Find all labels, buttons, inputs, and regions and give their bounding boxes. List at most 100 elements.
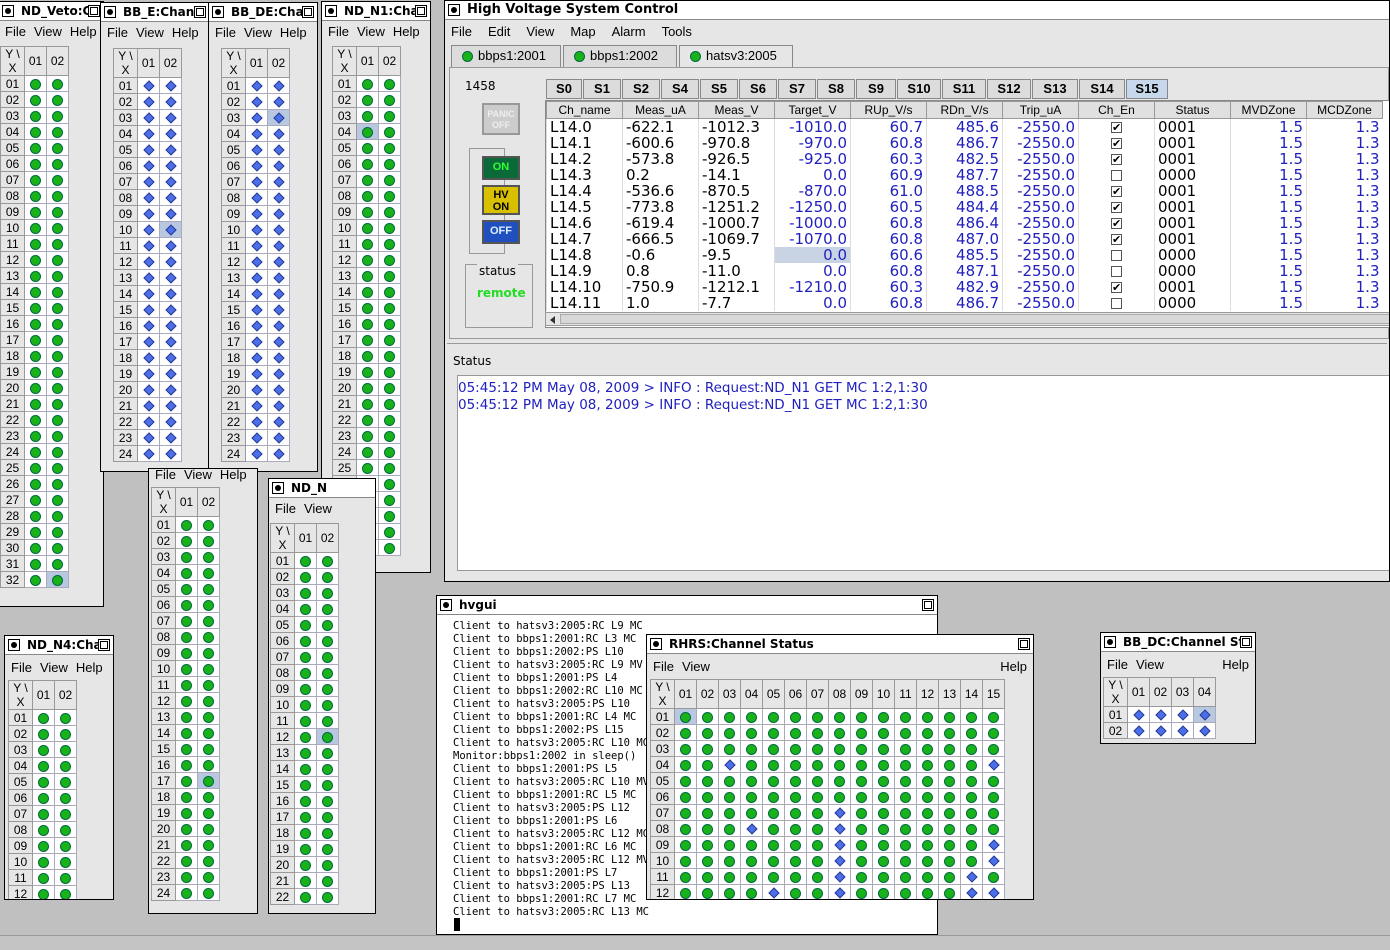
menu-tools[interactable]: Tools <box>662 22 692 42</box>
channel-enable-cell[interactable] <box>1078 135 1155 152</box>
channel-cell[interactable] <box>137 125 160 142</box>
channel-cell[interactable] <box>24 139 47 156</box>
channel-cell[interactable] <box>46 555 69 572</box>
channel-cell[interactable] <box>316 776 339 793</box>
channel-cell[interactable] <box>806 804 829 821</box>
channel-cell[interactable] <box>159 381 182 398</box>
channel-cell[interactable] <box>1149 706 1172 723</box>
channel-enable-checkbox[interactable] <box>1111 200 1122 216</box>
cell[interactable]: L14.11 <box>546 295 623 311</box>
channel-cell[interactable] <box>137 189 160 206</box>
channel-cell[interactable] <box>378 395 401 412</box>
channel-cell[interactable] <box>245 397 268 414</box>
channel-cell[interactable] <box>696 820 719 837</box>
channel-cell[interactable] <box>828 724 851 741</box>
channel-row[interactable]: L14.1-600.6-970.8-970.060.8486.7-2550.00… <box>546 135 1383 152</box>
channel-enable-checkbox[interactable] <box>1111 184 1122 200</box>
channel-cell[interactable] <box>267 157 290 174</box>
cell[interactable]: L14.1 <box>546 135 623 151</box>
channel-cell[interactable] <box>718 820 741 837</box>
channel-cell[interactable] <box>378 107 401 124</box>
channel-cell[interactable] <box>24 283 47 300</box>
channel-cell[interactable] <box>294 584 317 601</box>
cell[interactable]: 488.5 <box>926 183 1003 199</box>
cell[interactable]: L14.9 <box>546 263 623 279</box>
channel-cell[interactable] <box>46 203 69 220</box>
channel-cell[interactable] <box>267 125 290 142</box>
channel-cell[interactable] <box>378 171 401 188</box>
channel-cell[interactable] <box>762 836 785 853</box>
slot-tab-s1[interactable]: S1 <box>583 79 621 99</box>
channel-cell[interactable] <box>267 301 290 318</box>
channel-cell[interactable] <box>245 349 268 366</box>
channel-cell[interactable] <box>356 459 379 476</box>
channel-cell[interactable] <box>1193 706 1216 723</box>
channel-cell[interactable] <box>137 301 160 318</box>
channel-cell[interactable] <box>872 788 895 805</box>
cell[interactable]: 482.9 <box>926 279 1003 295</box>
channel-cell[interactable] <box>24 91 47 108</box>
channel-cell[interactable] <box>674 788 697 805</box>
channel-cell[interactable] <box>294 840 317 857</box>
channel-cell[interactable] <box>32 709 55 726</box>
cell[interactable]: 1.3 <box>1306 118 1383 135</box>
channel-cell[interactable] <box>894 756 917 773</box>
channel-cell[interactable] <box>916 852 939 869</box>
channel-cell[interactable] <box>267 381 290 398</box>
channel-cell[interactable] <box>740 820 763 837</box>
channel-cell[interactable] <box>356 395 379 412</box>
slot-tab-s4[interactable]: S4 <box>661 79 699 99</box>
cell[interactable]: 1.3 <box>1306 135 1383 151</box>
channel-cell[interactable] <box>46 459 69 476</box>
channel-cell[interactable] <box>378 75 401 92</box>
channel-cell[interactable] <box>175 740 198 757</box>
channel-cell[interactable] <box>175 532 198 549</box>
cell[interactable]: 60.6 <box>850 247 927 263</box>
channel-cell[interactable] <box>378 539 401 556</box>
channel-cell[interactable] <box>159 109 182 126</box>
channel-cell[interactable] <box>378 523 401 540</box>
channel-cell[interactable] <box>24 571 47 588</box>
column-header[interactable]: Meas_V <box>698 101 775 119</box>
channel-cell[interactable] <box>175 788 198 805</box>
cell[interactable]: 0000 <box>1154 167 1231 183</box>
channel-cell[interactable] <box>916 708 939 725</box>
channel-cell[interactable] <box>894 772 917 789</box>
channel-cell[interactable] <box>54 757 77 774</box>
cell[interactable]: 1.3 <box>1306 167 1383 183</box>
channel-cell[interactable] <box>982 820 1005 837</box>
channel-cell[interactable] <box>696 788 719 805</box>
menu-edit[interactable]: Edit <box>488 22 510 42</box>
channel-cell[interactable] <box>378 235 401 252</box>
cell[interactable]: 0.8 <box>622 263 699 279</box>
channel-cell[interactable] <box>378 331 401 348</box>
cell[interactable]: 1.5 <box>1230 167 1307 183</box>
channel-cell[interactable] <box>54 725 77 742</box>
channel-cell[interactable] <box>378 139 401 156</box>
window-menu-icon[interactable] <box>212 6 224 18</box>
channel-row[interactable]: L14.5 -773.8 -1251.2 -1250.0 60.5 484.4 -2550.… <box>546 199 1383 216</box>
window-menu-icon[interactable] <box>650 638 662 650</box>
channel-cell[interactable] <box>267 205 290 222</box>
channel-cell[interactable] <box>137 365 160 382</box>
channel-enable-cell[interactable] <box>1078 199 1155 216</box>
channel-cell[interactable] <box>159 285 182 302</box>
menu-file[interactable]: File <box>275 499 296 519</box>
channel-cell[interactable] <box>872 836 895 853</box>
cell[interactable]: -2550.0 <box>1002 231 1079 247</box>
channel-cell[interactable] <box>197 836 220 853</box>
scroll-thumb[interactable] <box>560 314 1389 324</box>
channel-cell[interactable] <box>137 397 160 414</box>
channel-cell[interactable] <box>316 632 339 649</box>
channel-cell[interactable] <box>197 868 220 885</box>
channel-cell[interactable] <box>784 788 807 805</box>
channel-cell[interactable] <box>828 772 851 789</box>
channel-cell[interactable] <box>267 333 290 350</box>
channel-cell[interactable] <box>718 708 741 725</box>
channel-cell[interactable] <box>32 741 55 758</box>
channel-cell[interactable] <box>960 772 983 789</box>
channel-cell[interactable] <box>137 317 160 334</box>
channel-cell[interactable] <box>316 840 339 857</box>
channel-cell[interactable] <box>32 805 55 822</box>
channel-row[interactable]: L14.9 0.8 -11.0 0.0 60.8 487.1 -2550.0 0000 1.5 1… <box>546 263 1383 279</box>
